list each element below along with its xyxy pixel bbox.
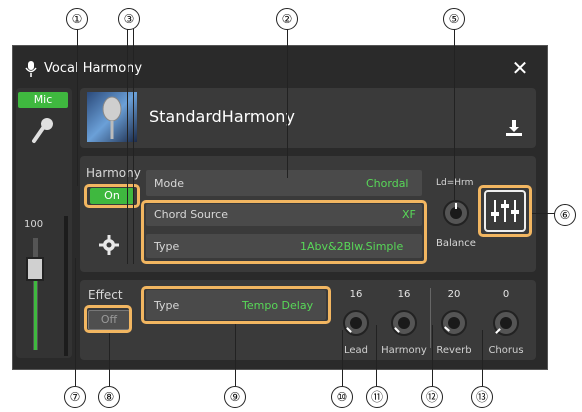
chorus-knob[interactable] bbox=[493, 310, 519, 336]
leader-line-6 bbox=[532, 213, 556, 214]
balance-knob[interactable] bbox=[443, 200, 469, 226]
lead-knob[interactable] bbox=[343, 310, 369, 336]
leader-line-13 bbox=[482, 330, 483, 386]
leader-line-1 bbox=[77, 28, 78, 186]
harmony-knob[interactable] bbox=[391, 310, 417, 336]
callout-13: ⑬ bbox=[471, 386, 493, 408]
leader-line-9 bbox=[235, 324, 236, 386]
effect-toggle-highlight bbox=[84, 305, 132, 333]
harmony-knob-value: 16 bbox=[397, 289, 411, 300]
chorus-value: 0 bbox=[502, 289, 510, 300]
callout-11: ⑪ bbox=[366, 386, 388, 408]
leader-line-3 bbox=[133, 28, 134, 264]
callout-5: ⑤ bbox=[443, 8, 465, 30]
callout-10: ⑩ bbox=[331, 386, 353, 408]
callout-1: ① bbox=[66, 8, 88, 30]
leader-line-5 bbox=[454, 28, 455, 200]
callout-3: ③ bbox=[118, 8, 140, 30]
reverb-knob[interactable] bbox=[441, 310, 467, 336]
lead-value: 16 bbox=[349, 289, 363, 300]
vintage-microphone-icon bbox=[102, 96, 122, 139]
leader-line-2 bbox=[287, 28, 288, 178]
mode-value: Chordal bbox=[366, 177, 409, 190]
effect-label: Effect bbox=[88, 288, 123, 302]
chorus-label: Chorus bbox=[488, 345, 524, 356]
mic-button[interactable]: Mic bbox=[18, 92, 68, 108]
mic-fader-handle[interactable] bbox=[26, 257, 44, 281]
callout-9: ⑨ bbox=[224, 386, 246, 408]
knob-divider bbox=[430, 288, 431, 348]
callout-12: ⑫ bbox=[421, 386, 443, 408]
leader-line-8 bbox=[109, 333, 110, 386]
mic-level-fill bbox=[34, 270, 37, 350]
mode-label: Mode bbox=[154, 177, 184, 190]
callout-7: ⑦ bbox=[64, 386, 86, 408]
preset-name: StandardHarmony bbox=[149, 107, 295, 126]
callout-8: ⑧ bbox=[98, 386, 120, 408]
callout-2: ② bbox=[276, 8, 298, 30]
harmony-toggle-highlight bbox=[84, 184, 140, 208]
leader-line-12 bbox=[432, 325, 433, 386]
reverb-value: 20 bbox=[447, 289, 461, 300]
mixer-highlight bbox=[478, 185, 532, 237]
mic-meter bbox=[64, 216, 68, 356]
callout-6: ⑥ bbox=[554, 204, 576, 226]
chord-type-highlight bbox=[141, 200, 427, 264]
mic-level-value: 100 bbox=[24, 219, 44, 230]
vocal-mic-icon bbox=[25, 61, 37, 77]
leader-line-7 bbox=[75, 258, 76, 386]
leader-line-11 bbox=[376, 325, 377, 386]
balance-label: Balance bbox=[436, 238, 476, 249]
leader-line-10 bbox=[342, 330, 343, 386]
save-icon[interactable] bbox=[504, 118, 524, 138]
reverb-label: Reverb bbox=[436, 345, 472, 356]
microphone-icon bbox=[32, 118, 53, 143]
effect-type-highlight bbox=[141, 286, 331, 324]
settings-gear-icon[interactable] bbox=[98, 234, 120, 256]
leader-line-4 bbox=[127, 28, 128, 264]
close-button[interactable]: ✕ bbox=[508, 56, 532, 80]
